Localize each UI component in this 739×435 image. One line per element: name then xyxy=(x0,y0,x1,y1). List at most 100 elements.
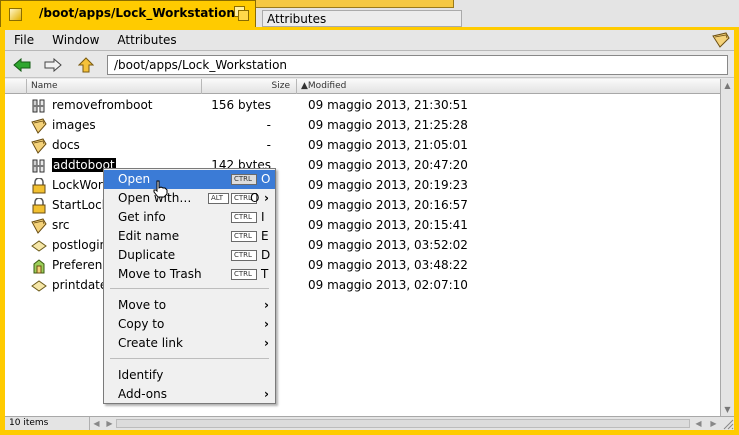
file-modified: 09 maggio 2013, 03:48:22 xyxy=(308,258,468,272)
menu-window[interactable]: Window xyxy=(43,33,108,47)
context-menu-item[interactable]: Identify xyxy=(104,366,275,385)
file-name[interactable]: StartLock xyxy=(52,198,109,212)
context-menu-item[interactable]: Open CTRL O xyxy=(104,170,275,189)
scroll-thumb[interactable] xyxy=(116,419,690,428)
menu-file[interactable]: File xyxy=(5,33,43,47)
file-name[interactable]: printdate xyxy=(52,278,107,292)
file-name[interactable]: docs xyxy=(52,138,80,152)
file-name[interactable]: removefromboot xyxy=(52,98,153,112)
modifier-key-badge: CTRL xyxy=(231,231,257,242)
background-window-menu[interactable]: Attributes xyxy=(262,10,462,27)
context-menu-label: Move to xyxy=(118,298,167,312)
file-size: 156 bytes xyxy=(211,98,271,112)
modified-column-label: Modified xyxy=(307,81,347,91)
context-menu-item[interactable]: Open with… CTRL ALT O › xyxy=(104,189,275,208)
modified-column-header[interactable]: ▲Modified xyxy=(297,79,719,94)
modifier-key-badge: CTRL xyxy=(231,212,257,223)
file-row[interactable]: docs - 09 maggio 2013, 21:05:01 xyxy=(5,135,719,155)
file-row[interactable]: images - 09 maggio 2013, 21:25:28 xyxy=(5,115,719,135)
scroll-up-icon[interactable]: ▲ xyxy=(721,79,734,92)
scroll-left-end-icon[interactable]: ◀ xyxy=(692,417,705,430)
vertical-scrollbar[interactable]: ▲ ▼ xyxy=(720,79,734,416)
lock-app-icon xyxy=(31,177,47,194)
folder-icon xyxy=(31,118,47,134)
horizontal-scrollbar[interactable]: ◀ ▶ ◀ ▶ xyxy=(89,417,720,430)
context-menu-separator xyxy=(110,288,269,289)
window-tab[interactable]: /boot/apps/Lock_Workstation xyxy=(0,0,256,27)
context-menu-item[interactable]: Create link › xyxy=(104,334,275,353)
context-menu: Open CTRL O Open with… CTRL ALT O › Get info CTRL… xyxy=(103,168,276,404)
background-window-tab[interactable] xyxy=(254,0,454,8)
context-menu-item[interactable]: Move to Trash CTRL T xyxy=(104,265,275,284)
shortcut-key: T xyxy=(261,267,269,281)
shortcut-key: O xyxy=(261,172,271,186)
item-count: 10 items xyxy=(9,418,49,428)
file-modified: 09 maggio 2013, 20:19:23 xyxy=(308,178,468,192)
path-field[interactable]: /boot/apps/Lock_Workstation xyxy=(107,55,728,75)
name-column-header[interactable]: Name xyxy=(27,79,202,94)
file-name[interactable]: images xyxy=(52,118,96,132)
lock-app-icon xyxy=(31,197,47,214)
context-menu-item[interactable]: Edit name CTRL E xyxy=(104,227,275,246)
up-arrow-icon xyxy=(78,57,94,73)
back-arrow-icon xyxy=(13,58,31,72)
context-menu-item[interactable]: Duplicate CTRL D xyxy=(104,246,275,265)
file-modified: 09 maggio 2013, 03:52:02 xyxy=(308,238,468,252)
context-menu-label: Copy to xyxy=(118,317,165,331)
file-modified: 09 maggio 2013, 21:05:01 xyxy=(308,138,468,152)
menu-bar: File Window Attributes xyxy=(5,30,734,51)
context-menu-label: Edit name xyxy=(118,229,180,243)
file-modified: 09 maggio 2013, 20:47:20 xyxy=(308,158,468,172)
close-button[interactable] xyxy=(9,8,22,21)
file-name[interactable]: postlogin xyxy=(52,238,107,252)
folder-icon xyxy=(31,138,47,154)
submenu-arrow-icon: › xyxy=(264,298,269,312)
context-menu-label: Open xyxy=(118,172,151,186)
context-menu-label: Identify xyxy=(118,368,164,382)
resize-grip-icon[interactable] xyxy=(721,417,734,430)
parent-folder-button[interactable] xyxy=(75,55,97,75)
context-menu-label: Duplicate xyxy=(118,248,176,262)
forward-button[interactable] xyxy=(42,55,64,75)
scroll-right-end-icon[interactable]: ▶ xyxy=(707,417,720,430)
window-title: /boot/apps/Lock_Workstation xyxy=(39,6,235,20)
script-icon xyxy=(31,98,47,114)
sort-arrow-icon: ▲ xyxy=(301,81,308,91)
folder-icon xyxy=(31,218,47,234)
back-button[interactable] xyxy=(11,55,33,75)
context-menu-label: Add-ons xyxy=(118,387,167,401)
zoom-button[interactable] xyxy=(234,6,249,21)
file-name[interactable]: LockWork xyxy=(52,178,110,192)
tracker-folder-icon[interactable] xyxy=(712,32,730,48)
text-file-icon xyxy=(31,278,47,294)
context-menu-label: Move to Trash xyxy=(118,267,202,281)
context-menu-item[interactable]: Add-ons › xyxy=(104,385,275,404)
context-menu-item[interactable]: Get info CTRL I xyxy=(104,208,275,227)
submenu-arrow-icon: › xyxy=(264,336,269,350)
context-menu-separator xyxy=(110,358,269,359)
submenu-arrow-icon: › xyxy=(264,317,269,331)
file-size: - xyxy=(266,118,271,132)
submenu-arrow-icon: › xyxy=(264,191,269,205)
modifier-key-badge: CTRL xyxy=(231,269,257,280)
file-modified: 09 maggio 2013, 20:15:41 xyxy=(308,218,468,232)
file-modified: 09 maggio 2013, 02:07:10 xyxy=(308,278,468,292)
scroll-right-icon[interactable]: ▶ xyxy=(103,417,116,430)
column-header: Name Size ▲Modified xyxy=(5,79,734,94)
file-name[interactable]: Preferenc xyxy=(52,258,109,272)
file-name[interactable]: src xyxy=(52,218,70,232)
size-column-label: Size xyxy=(271,81,290,91)
scroll-left-icon[interactable]: ◀ xyxy=(90,417,103,430)
hand-cursor-icon xyxy=(153,180,168,198)
status-bar: 10 items ◀ ▶ ◀ ▶ xyxy=(5,416,734,430)
scroll-down-icon[interactable]: ▼ xyxy=(721,403,734,416)
modifier-key-badge: CTRL xyxy=(231,250,257,261)
file-row[interactable]: removefromboot 156 bytes 09 maggio 2013, 2… xyxy=(5,95,719,115)
size-column-header[interactable]: Size xyxy=(202,79,297,94)
menu-attributes[interactable]: Attributes xyxy=(108,33,185,47)
script-icon xyxy=(31,158,47,174)
context-menu-item[interactable]: Copy to › xyxy=(104,315,275,334)
background-window-menu-label: Attributes xyxy=(267,12,327,26)
text-file-icon xyxy=(31,238,47,254)
context-menu-item[interactable]: Move to › xyxy=(104,296,275,315)
